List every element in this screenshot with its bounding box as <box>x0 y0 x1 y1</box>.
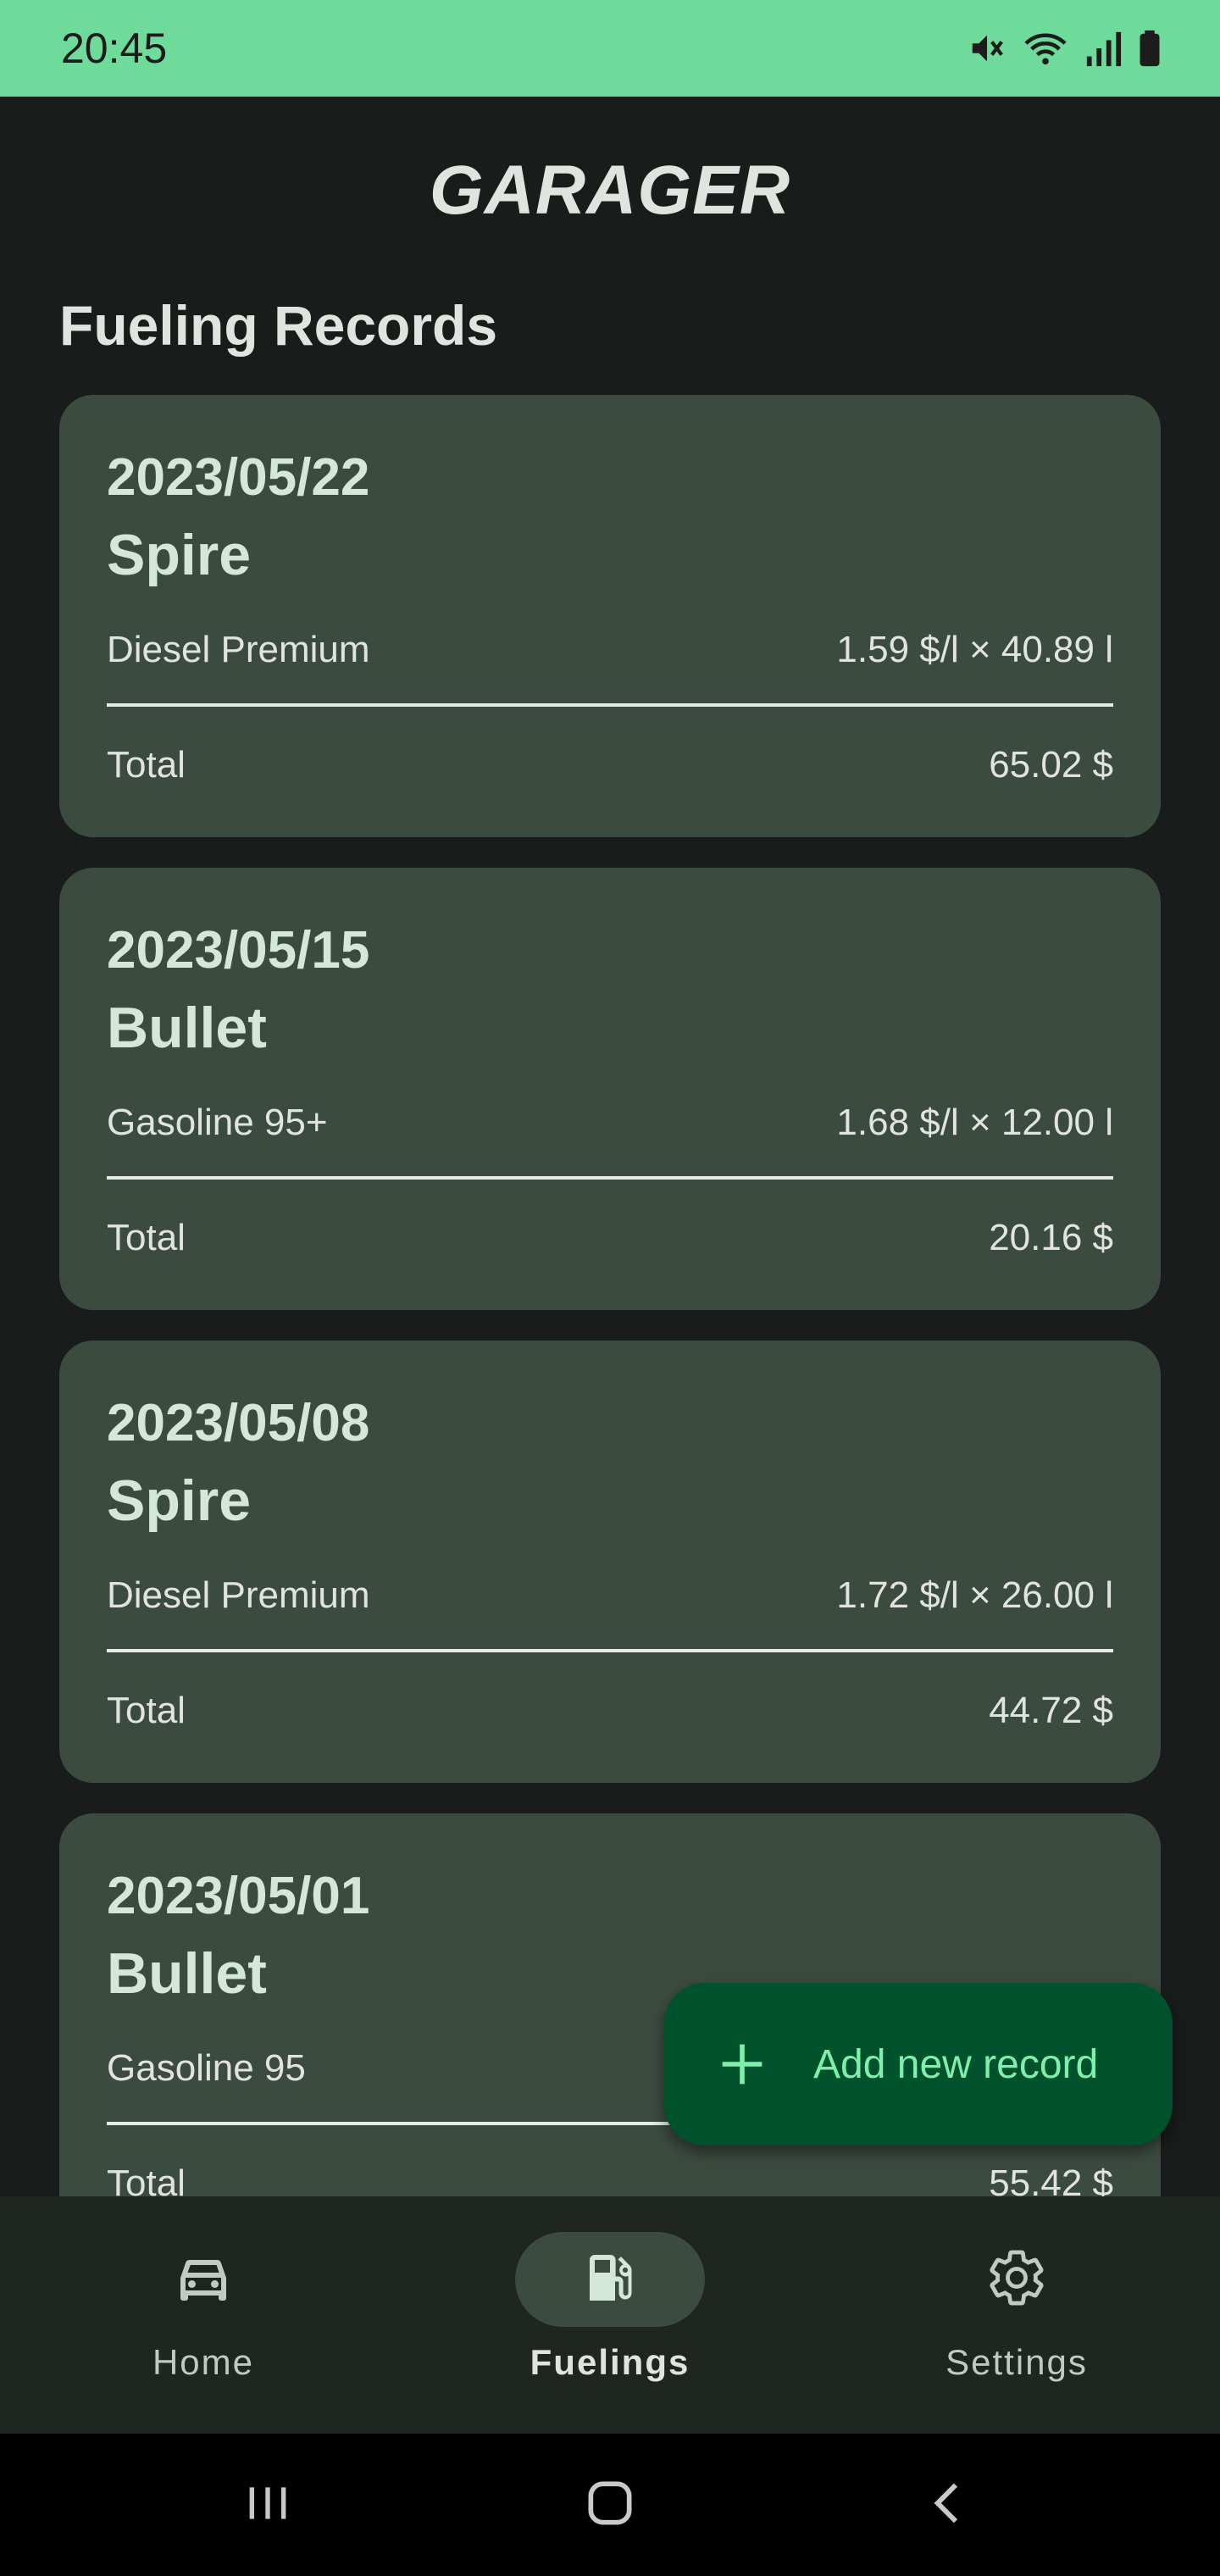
nav-item-home[interactable]: Home <box>0 2196 407 2434</box>
record-total-value: 44.72 $ <box>989 1690 1113 1731</box>
record-vehicle: Bullet <box>107 1941 267 2006</box>
signal-icon <box>1084 29 1122 68</box>
nav-home-indicator <box>108 2232 298 2327</box>
record-fuel-type: Gasoline 95+ <box>107 1102 328 1143</box>
screen: 20:45 GARAGER Fueling Records 2023/05/22… <box>0 0 1220 2576</box>
mute-icon <box>968 29 1006 68</box>
app-title: GARAGER <box>429 152 791 229</box>
plus-icon <box>718 2040 766 2088</box>
nav-fuelings-indicator <box>515 2232 705 2327</box>
nav-label-fuelings: Fuelings <box>530 2342 690 2382</box>
nav-settings-indicator <box>922 2232 1112 2327</box>
home-icon <box>581 2474 639 2536</box>
record-card[interactable]: 2023/05/15 Bullet Gasoline 95+ 1.68 $/l … <box>59 868 1161 1310</box>
record-price-quantity: 1.68 $/l × 12.00 l <box>836 1102 1113 1143</box>
record-total-label: Total <box>107 2162 186 2196</box>
record-fuel-type: Diesel Premium <box>107 629 370 670</box>
recents-icon <box>241 2476 295 2534</box>
record-date: 2023/05/08 <box>107 1394 370 1452</box>
status-bar: 20:45 <box>0 0 1220 97</box>
add-new-record-label: Add new record <box>813 2041 1099 2087</box>
record-card[interactable]: 2023/05/22 Spire Diesel Premium 1.59 $/l… <box>59 395 1161 837</box>
record-price-quantity: 1.59 $/l × 40.89 l <box>836 629 1113 670</box>
record-total-value: 20.16 $ <box>989 1217 1113 1258</box>
record-divider <box>107 703 1113 707</box>
record-total-value: 55.42 $ <box>989 2162 1113 2196</box>
home-button[interactable] <box>576 2471 644 2539</box>
record-total-value: 65.02 $ <box>989 744 1113 786</box>
record-date: 2023/05/15 <box>107 921 370 980</box>
bottom-navigation: Home Fuelings Settings <box>0 2196 1220 2434</box>
record-date: 2023/05/22 <box>107 448 370 507</box>
system-navigation-bar <box>0 2434 1220 2576</box>
record-divider <box>107 1649 1113 1652</box>
record-card[interactable]: 2023/05/08 Spire Diesel Premium 1.72 $/l… <box>59 1341 1161 1783</box>
add-new-record-button[interactable]: Add new record <box>664 1983 1173 2146</box>
back-icon <box>922 2476 976 2534</box>
back-button[interactable] <box>915 2471 983 2539</box>
status-icons <box>968 29 1162 68</box>
record-total-label: Total <box>107 744 186 786</box>
record-fuel-type: Diesel Premium <box>107 1574 370 1616</box>
record-vehicle: Spire <box>107 1468 252 1533</box>
record-divider <box>107 1176 1113 1180</box>
nav-label-settings: Settings <box>946 2342 1088 2382</box>
record-price-quantity: 1.72 $/l × 26.00 l <box>836 1574 1113 1616</box>
record-date: 2023/05/01 <box>107 1867 370 1925</box>
records-list[interactable]: 2023/05/22 Spire Diesel Premium 1.59 $/l… <box>0 395 1220 2196</box>
record-vehicle: Spire <box>107 523 252 587</box>
battery-icon <box>1137 29 1162 68</box>
nav-item-settings[interactable]: Settings <box>813 2196 1220 2434</box>
gear-icon <box>986 2247 1047 2312</box>
status-time: 20:45 <box>61 25 168 72</box>
nav-label-home: Home <box>152 2342 255 2382</box>
car-icon <box>173 2247 234 2312</box>
record-total-label: Total <box>107 1690 186 1731</box>
fuel-pump-icon <box>580 2247 640 2312</box>
recents-button[interactable] <box>234 2471 302 2539</box>
wifi-icon <box>1022 29 1069 68</box>
record-total-label: Total <box>107 1217 186 1258</box>
nav-item-fuelings[interactable]: Fuelings <box>407 2196 813 2434</box>
record-fuel-type: Gasoline 95 <box>107 2047 306 2089</box>
section-title: Fueling Records <box>59 294 498 357</box>
record-vehicle: Bullet <box>107 996 267 1060</box>
